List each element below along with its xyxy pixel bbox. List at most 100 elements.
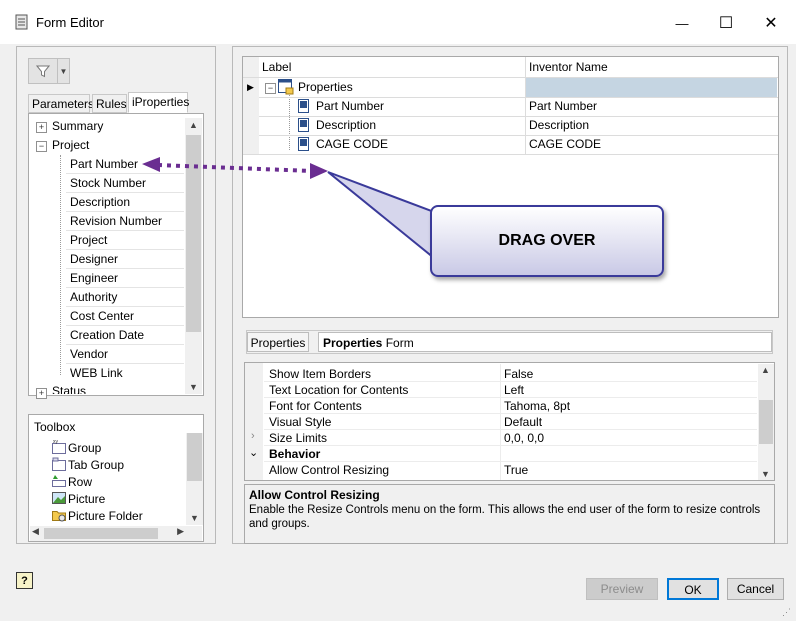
column-header-inventor-name[interactable]: Inventor Name xyxy=(529,57,608,77)
grid-root-properties[interactable]: Properties xyxy=(298,78,353,97)
callout-pointer xyxy=(327,171,435,261)
tree-item-summary[interactable]: Summary xyxy=(52,117,103,136)
row-divider xyxy=(66,363,184,364)
tree-item-cost-center[interactable]: Cost Center xyxy=(70,307,134,326)
property-grid-margin xyxy=(245,363,263,480)
scroll-down-icon[interactable]: ▼ xyxy=(189,382,198,392)
property-section-behavior[interactable]: Behavior xyxy=(269,446,320,462)
tab-parameters[interactable]: Parameters xyxy=(28,94,94,113)
property-name[interactable]: Allow Control Resizing xyxy=(269,462,389,478)
collapse-behavior-icon[interactable]: ⌄ xyxy=(249,446,258,459)
row-divider xyxy=(264,413,757,414)
tree-item-part-number[interactable]: Part Number xyxy=(70,155,138,174)
column-divider xyxy=(500,364,501,480)
grid-row-inventor-name[interactable]: CAGE CODE xyxy=(529,135,601,154)
row-divider xyxy=(66,325,184,326)
filter-icon xyxy=(36,65,50,78)
row-divider xyxy=(66,230,184,231)
help-button[interactable]: ? xyxy=(16,572,33,589)
tree-item-stock-number[interactable]: Stock Number xyxy=(70,174,146,193)
scroll-right-icon[interactable]: ▶ xyxy=(177,526,184,537)
tree-item-project[interactable]: Project xyxy=(52,136,89,155)
tree-item-revision-number[interactable]: Revision Number xyxy=(70,212,162,231)
tree-item-status[interactable]: Status xyxy=(52,382,86,394)
collapse-properties-icon[interactable]: − xyxy=(265,83,276,94)
close-button[interactable]: ✕ xyxy=(756,8,786,38)
minimize-icon: — xyxy=(675,15,689,31)
cancel-button[interactable]: Cancel xyxy=(727,578,784,600)
grid-row-label[interactable]: Description xyxy=(316,116,376,135)
property-value[interactable]: 0,0, 0,0 xyxy=(504,430,544,446)
expand-status-icon[interactable]: + xyxy=(36,388,47,399)
expand-size-limits-icon[interactable]: › xyxy=(251,430,255,442)
preview-button[interactable]: Preview xyxy=(586,578,658,600)
grid-row-label[interactable]: CAGE CODE xyxy=(316,135,388,154)
scroll-left-icon[interactable]: ◀ xyxy=(32,526,39,537)
filter-dropdown-button[interactable]: ▼ xyxy=(58,58,70,84)
tree-item-authority[interactable]: Authority xyxy=(70,288,117,307)
property-name[interactable]: Size Limits xyxy=(269,430,327,446)
tree-item-vendor[interactable]: Vendor xyxy=(70,345,108,364)
ok-button[interactable]: OK xyxy=(667,578,719,600)
maximize-button[interactable]: ☐ xyxy=(711,8,741,38)
tree-item-description[interactable]: Description xyxy=(70,193,130,212)
expand-summary-icon[interactable]: + xyxy=(36,122,47,133)
toolbox-title: Toolbox xyxy=(34,420,76,434)
row-divider xyxy=(264,381,757,382)
tab-iproperties[interactable]: iProperties xyxy=(128,92,189,113)
tab-rules[interactable]: Rules xyxy=(92,94,127,113)
tab-properties-form[interactable]: Properties Form xyxy=(318,332,772,352)
minimize-button[interactable]: — xyxy=(667,8,697,38)
toolbox-hscrollbar[interactable]: ◀ ▶ xyxy=(30,526,202,541)
scroll-down-icon[interactable]: ▼ xyxy=(190,513,199,523)
tab-properties[interactable]: Properties xyxy=(247,332,309,352)
property-name[interactable]: Visual Style xyxy=(269,414,331,430)
row-divider xyxy=(264,429,757,430)
property-value[interactable]: Tahoma, 8pt xyxy=(504,398,570,414)
row-divider xyxy=(66,306,184,307)
toolbox-scrollbar[interactable]: ▼ xyxy=(186,433,203,525)
property-value[interactable]: Default xyxy=(504,414,542,430)
group-icon: xy xyxy=(52,439,66,457)
property-grid-scroll-thumb[interactable] xyxy=(759,400,773,444)
properties-form-title-rest: Form xyxy=(382,336,414,350)
row-header-column xyxy=(243,57,259,155)
window-title: Form Editor xyxy=(36,15,104,30)
tree-item-designer[interactable]: Designer xyxy=(70,250,118,269)
grid-row-inventor-name[interactable]: Description xyxy=(529,116,589,135)
row-divider xyxy=(66,192,184,193)
toolbox-item-picture[interactable]: Picture xyxy=(68,492,105,506)
property-value[interactable]: Left xyxy=(504,382,524,398)
grid-row-inventor-name[interactable]: Part Number xyxy=(529,97,597,116)
description-title: Allow Control Resizing xyxy=(249,488,380,502)
column-header-label[interactable]: Label xyxy=(262,57,291,77)
help-icon: ? xyxy=(21,575,28,587)
toolbox-scroll-thumb[interactable] xyxy=(187,433,202,481)
scroll-up-icon[interactable]: ▲ xyxy=(761,365,770,375)
tree-guide-line xyxy=(60,155,61,375)
tree-item-web-link[interactable]: WEB Link xyxy=(70,364,123,383)
property-name[interactable]: Show Item Borders xyxy=(269,366,371,382)
filter-button[interactable] xyxy=(28,58,58,84)
tree-item-engineer[interactable]: Engineer xyxy=(70,269,118,288)
property-name[interactable]: Font for Contents xyxy=(269,398,362,414)
toolbox-item-tab-group[interactable]: Tab Group xyxy=(68,458,124,472)
scroll-down-icon[interactable]: ▼ xyxy=(761,469,770,479)
property-name[interactable]: Text Location for Contents xyxy=(269,382,408,398)
toolbox-item-picture-folder[interactable]: Picture Folder xyxy=(68,509,143,523)
scroll-up-icon[interactable]: ▲ xyxy=(189,120,198,130)
property-value[interactable]: True xyxy=(504,462,528,478)
grid-row-label[interactable]: Part Number xyxy=(316,97,384,116)
tree-item-project-name[interactable]: Project xyxy=(70,231,107,250)
property-value[interactable]: False xyxy=(504,366,533,382)
tree-item-creation-date[interactable]: Creation Date xyxy=(70,326,144,345)
row-divider xyxy=(66,249,184,250)
grid-root-selected-cell[interactable] xyxy=(526,78,777,97)
resize-grip-icon[interactable]: ⋰ xyxy=(782,607,791,618)
toolbox-item-group[interactable]: Group xyxy=(68,441,101,455)
collapse-project-icon[interactable]: − xyxy=(36,141,47,152)
property-field-icon xyxy=(297,118,311,135)
toolbox-hscroll-thumb[interactable] xyxy=(44,528,158,539)
toolbox-item-row[interactable]: Row xyxy=(68,475,92,489)
tree-guide-line xyxy=(289,95,290,150)
